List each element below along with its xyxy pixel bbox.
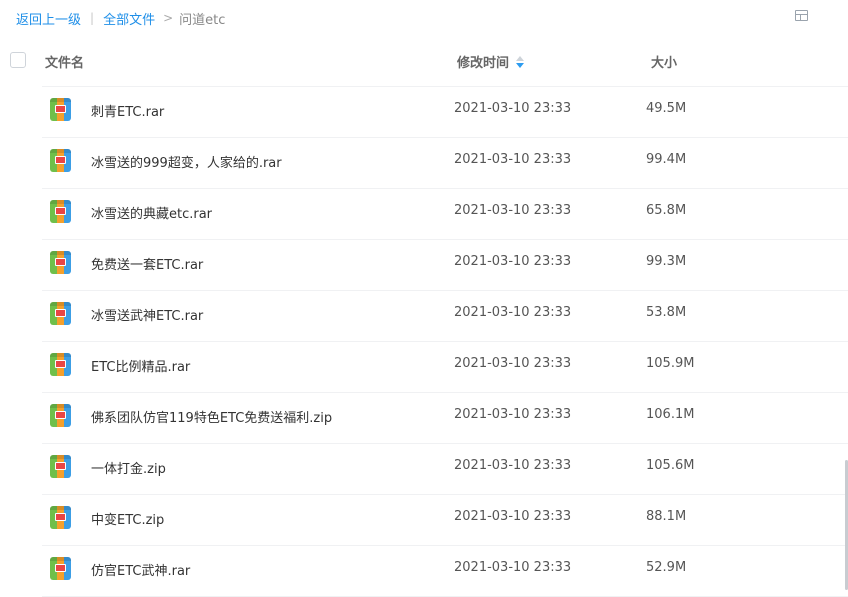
file-size: 105.6M <box>646 458 695 473</box>
archive-file-icon <box>50 353 71 376</box>
column-header-time[interactable]: 修改时间 <box>457 52 525 71</box>
file-name[interactable]: 刺青ETC.rar <box>91 101 164 120</box>
table-row[interactable]: 冰雪送武神ETC.rar 2021-03-10 23:33 53.8M <box>0 291 848 342</box>
file-name[interactable]: 冰雪送的典藏etc.rar <box>91 203 212 222</box>
table-row[interactable]: 刺青ETC.rar 2021-03-10 23:33 49.5M <box>0 87 848 138</box>
column-header-time-label: 修改时间 <box>457 56 510 71</box>
file-size: 88.1M <box>646 509 687 524</box>
file-size: 52.9M <box>646 560 687 575</box>
file-size: 65.8M <box>646 203 687 218</box>
file-modified-time: 2021-03-10 23:33 <box>454 152 572 167</box>
file-modified-time: 2021-03-10 23:33 <box>454 509 572 524</box>
current-folder: 问道etc <box>179 12 226 28</box>
table-row[interactable]: 佛系团队仿官119特色ETC免费送福利.zip 2021-03-10 23:33… <box>0 393 848 444</box>
table-row[interactable]: 冰雪送的典藏etc.rar 2021-03-10 23:33 65.8M <box>0 189 848 240</box>
file-size: 53.8M <box>646 305 687 320</box>
back-link[interactable]: 返回上一级 <box>16 9 81 28</box>
file-size: 99.4M <box>646 152 687 167</box>
all-files-link[interactable]: 全部文件 <box>103 9 155 28</box>
archive-file-icon <box>50 557 71 580</box>
table-row[interactable]: ETC比例精品.rar 2021-03-10 23:33 105.9M <box>0 342 848 393</box>
file-modified-time: 2021-03-10 23:33 <box>454 458 572 473</box>
file-size: 105.9M <box>646 356 695 371</box>
breadcrumb-arrow: > <box>163 11 174 25</box>
archive-file-icon <box>50 404 71 427</box>
file-modified-time: 2021-03-10 23:33 <box>454 101 572 116</box>
sort-desc-icon[interactable] <box>516 55 525 68</box>
file-name[interactable]: 仿官ETC武神.rar <box>91 560 190 579</box>
file-name[interactable]: ETC比例精品.rar <box>91 356 190 375</box>
file-name[interactable]: 佛系团队仿官119特色ETC免费送福利.zip <box>91 407 332 426</box>
table-row[interactable]: 免费送一套ETC.rar 2021-03-10 23:33 99.3M <box>0 240 848 291</box>
file-name[interactable]: 免费送一套ETC.rar <box>91 254 203 273</box>
archive-file-icon <box>50 200 71 223</box>
column-header-name[interactable]: 文件名 <box>45 52 84 71</box>
breadcrumb-separator: | <box>90 11 95 25</box>
select-all-checkbox[interactable] <box>10 52 26 68</box>
archive-file-icon <box>50 506 71 529</box>
archive-file-icon <box>50 251 71 274</box>
table-row[interactable]: 仿官ETC武神.rar 2021-03-10 23:33 52.9M <box>0 546 848 597</box>
archive-file-icon <box>50 149 71 172</box>
file-list: 刺青ETC.rar 2021-03-10 23:33 49.5M 冰雪送的999… <box>0 87 848 597</box>
grid-view-icon[interactable] <box>795 10 808 21</box>
file-name[interactable]: 一体打金.zip <box>91 458 166 477</box>
archive-file-icon <box>50 455 71 478</box>
file-name[interactable]: 冰雪送武神ETC.rar <box>91 305 203 324</box>
file-size: 106.1M <box>646 407 695 422</box>
table-row[interactable]: 中变ETC.zip 2021-03-10 23:33 88.1M <box>0 495 848 546</box>
file-modified-time: 2021-03-10 23:33 <box>454 356 572 371</box>
column-header-size[interactable]: 大小 <box>651 52 677 71</box>
file-modified-time: 2021-03-10 23:33 <box>454 407 572 422</box>
file-modified-time: 2021-03-10 23:33 <box>454 305 572 320</box>
archive-file-icon <box>50 98 71 121</box>
file-modified-time: 2021-03-10 23:33 <box>454 560 572 575</box>
file-size: 99.3M <box>646 254 687 269</box>
breadcrumb: 返回上一级 | 全部文件 > 问道etc <box>16 9 226 28</box>
file-modified-time: 2021-03-10 23:33 <box>454 203 572 218</box>
table-row[interactable]: 一体打金.zip 2021-03-10 23:33 105.6M <box>0 444 848 495</box>
file-size: 49.5M <box>646 101 687 116</box>
file-modified-time: 2021-03-10 23:33 <box>454 254 572 269</box>
archive-file-icon <box>50 302 71 325</box>
table-row[interactable]: 冰雪送的999超变，人家给的.rar 2021-03-10 23:33 99.4… <box>0 138 848 189</box>
file-name[interactable]: 中变ETC.zip <box>91 509 164 528</box>
table-header: 文件名 修改时间 大小 <box>0 44 848 76</box>
file-name[interactable]: 冰雪送的999超变，人家给的.rar <box>91 152 282 171</box>
